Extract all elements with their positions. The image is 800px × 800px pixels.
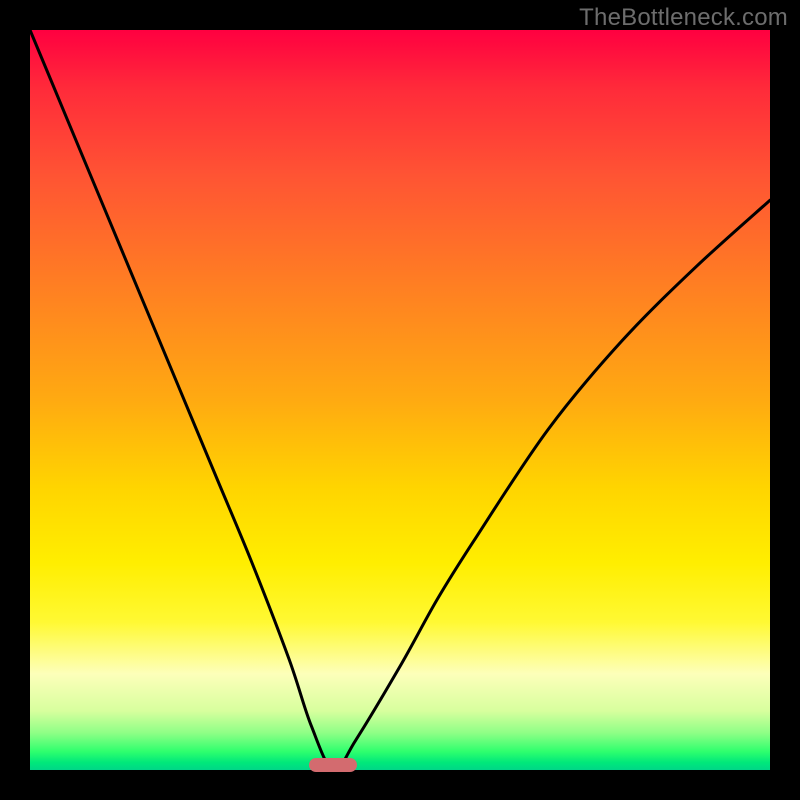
bottleneck-curve — [30, 30, 770, 770]
watermark-text: TheBottleneck.com — [579, 4, 788, 32]
optimal-marker — [309, 758, 357, 772]
curve-path — [30, 30, 770, 770]
